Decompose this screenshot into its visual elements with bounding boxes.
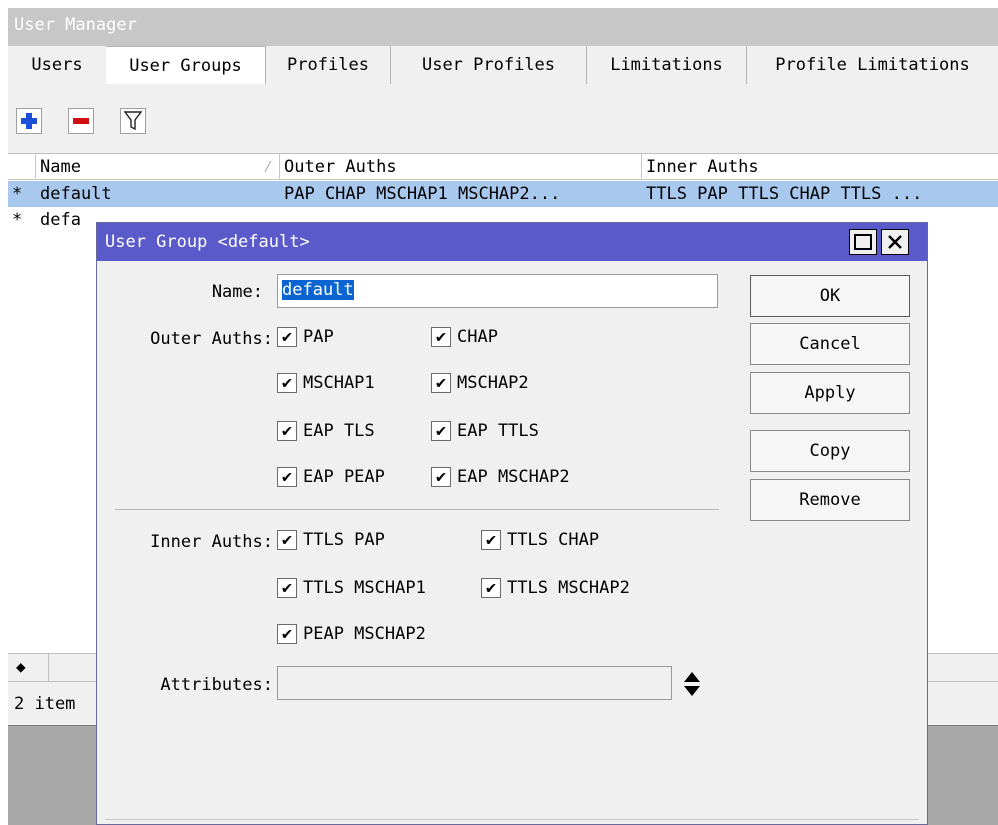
checkbox-mschap2[interactable]: ✔ MSCHAP2 bbox=[431, 373, 529, 393]
column-header-flag bbox=[8, 154, 36, 180]
outer-auths-label: Outer Auths: bbox=[150, 329, 273, 349]
checkmark-icon: ✔ bbox=[277, 373, 297, 393]
filter-icon bbox=[124, 111, 142, 131]
checkbox-ttls-mschap2[interactable]: ✔ TTLS MSCHAP2 bbox=[481, 578, 630, 598]
checkbox-chap[interactable]: ✔ CHAP bbox=[431, 327, 498, 347]
scroll-left-icon[interactable]: ◆ bbox=[16, 657, 26, 676]
name-field[interactable]: default bbox=[277, 274, 718, 308]
toolbar bbox=[8, 84, 998, 156]
attributes-label: Attributes: bbox=[160, 675, 273, 695]
checkmark-icon: ✔ bbox=[481, 530, 501, 550]
dialog-title: User Group <default> bbox=[97, 223, 927, 261]
checkbox-eap-peap[interactable]: ✔ EAP PEAP bbox=[277, 467, 385, 487]
sort-arrow-icon: ⁄ bbox=[262, 157, 273, 177]
plus-icon bbox=[21, 113, 37, 129]
tab-profiles[interactable]: Profiles bbox=[266, 46, 391, 84]
close-button[interactable] bbox=[881, 229, 909, 255]
inner-auths-label: Inner Auths: bbox=[150, 532, 273, 552]
table-row[interactable]: * default PAP CHAP MSCHAP1 MSCHAP2... TT… bbox=[8, 181, 998, 207]
close-icon bbox=[888, 235, 902, 249]
column-header-inner-auths[interactable]: Inner Auths bbox=[642, 154, 998, 180]
tab-user-groups[interactable]: User Groups bbox=[106, 46, 266, 84]
checkbox-eap-tls[interactable]: ✔ EAP TLS bbox=[277, 421, 375, 441]
tab-user-profiles[interactable]: User Profiles bbox=[391, 46, 587, 84]
checkmark-icon: ✔ bbox=[431, 327, 451, 347]
window-title: User Manager bbox=[8, 8, 998, 46]
checkbox-mschap1[interactable]: ✔ MSCHAP1 bbox=[277, 373, 375, 393]
cancel-button[interactable]: Cancel bbox=[750, 323, 910, 365]
checkmark-icon: ✔ bbox=[431, 373, 451, 393]
checkmark-icon: ✔ bbox=[277, 578, 297, 598]
checkbox-pap[interactable]: ✔ PAP bbox=[277, 327, 334, 347]
checkbox-eap-mschap2[interactable]: ✔ EAP MSCHAP2 bbox=[431, 467, 570, 487]
maximize-button[interactable] bbox=[849, 229, 877, 255]
attributes-field[interactable] bbox=[277, 666, 672, 700]
ok-button[interactable]: OK bbox=[750, 275, 910, 317]
checkbox-ttls-pap[interactable]: ✔ TTLS PAP bbox=[277, 530, 385, 550]
checkbox-peap-mschap2[interactable]: ✔ PEAP MSCHAP2 bbox=[277, 624, 426, 644]
user-group-dialog: User Group <default> Name: default Outer… bbox=[96, 222, 928, 825]
checkmark-icon: ✔ bbox=[277, 530, 297, 550]
apply-button[interactable]: Apply bbox=[750, 372, 910, 414]
divider bbox=[115, 509, 719, 510]
copy-button[interactable]: Copy bbox=[750, 430, 910, 472]
checkbox-ttls-mschap1[interactable]: ✔ TTLS MSCHAP1 bbox=[277, 578, 426, 598]
tab-users[interactable]: Users bbox=[8, 46, 106, 84]
column-header-outer-auths[interactable]: Outer Auths bbox=[280, 154, 642, 180]
checkmark-icon: ✔ bbox=[277, 624, 297, 644]
maximize-icon bbox=[854, 234, 872, 250]
filter-button[interactable] bbox=[120, 108, 146, 134]
column-header-name[interactable]: Name ⁄ bbox=[36, 154, 280, 180]
minus-icon bbox=[73, 118, 89, 124]
checkbox-eap-ttls[interactable]: ✔ EAP TTLS bbox=[431, 421, 539, 441]
add-button[interactable] bbox=[16, 108, 42, 134]
checkmark-icon: ✔ bbox=[431, 467, 451, 487]
remove-button[interactable] bbox=[68, 108, 94, 134]
checkmark-icon: ✔ bbox=[277, 421, 297, 441]
checkmark-icon: ✔ bbox=[431, 421, 451, 441]
tab-limitations[interactable]: Limitations bbox=[587, 46, 747, 84]
tab-bar: Users User Groups Profiles User Profiles… bbox=[8, 46, 998, 84]
tab-profile-limitations[interactable]: Profile Limitations bbox=[747, 46, 998, 84]
remove-button[interactable]: Remove bbox=[750, 479, 910, 521]
item-count: 2 item bbox=[14, 694, 76, 714]
checkmark-icon: ✔ bbox=[481, 578, 501, 598]
expand-collapse-icon[interactable] bbox=[682, 669, 702, 699]
checkmark-icon: ✔ bbox=[277, 327, 297, 347]
checkbox-ttls-chap[interactable]: ✔ TTLS CHAP bbox=[481, 530, 599, 550]
name-value: default bbox=[282, 280, 354, 300]
checkmark-icon: ✔ bbox=[277, 467, 297, 487]
bottom-divider bbox=[105, 819, 919, 820]
name-label: Name: bbox=[211, 282, 263, 302]
